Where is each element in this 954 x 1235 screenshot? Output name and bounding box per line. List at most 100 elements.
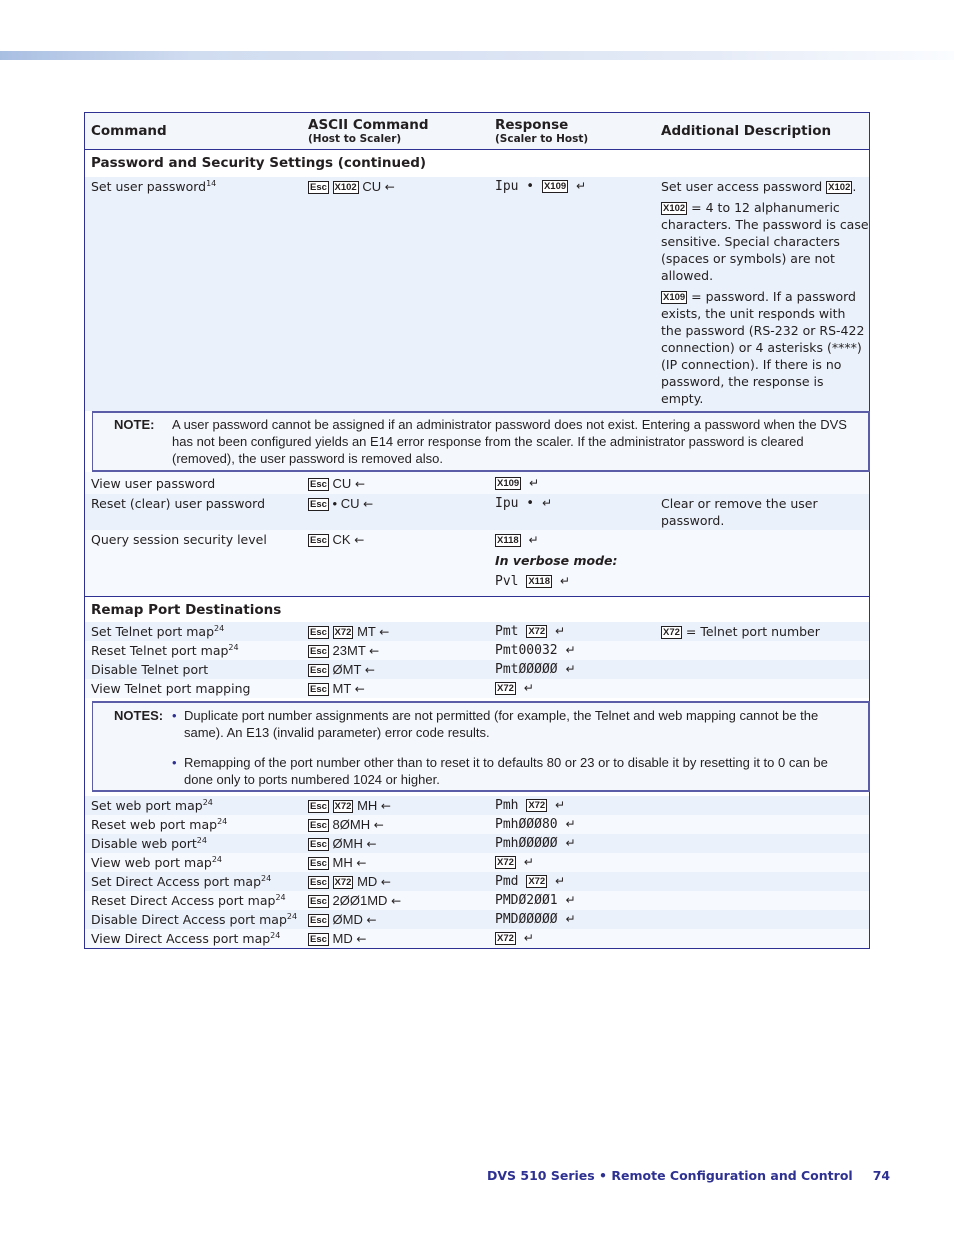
description-cell <box>655 642 869 660</box>
description-cell <box>655 930 869 948</box>
page-footer: DVS 510 Series • Remote Configuration an… <box>487 1168 890 1183</box>
esc-key-icon: Esc <box>308 914 329 927</box>
variable-x102: X102 <box>826 181 853 194</box>
table-row: Reset web port map24 Esc 8ØMH ← PmhØØØ80 ↵ <box>85 815 869 834</box>
variable-x72: X72 <box>495 932 516 945</box>
ascii-cell: Esc X72 MH ← <box>302 797 489 815</box>
variable-x72: X72 <box>332 876 354 889</box>
command-label: Set Direct Access port map <box>91 874 262 889</box>
response-cell: PmhØØØØØ ↵ <box>489 835 655 853</box>
table-row: Disable Telnet port Esc ØMT ← PmtØØØØØ ↵ <box>85 660 869 679</box>
esc-key-icon: Esc <box>308 498 329 511</box>
variable-x72: X72 <box>495 856 516 869</box>
return-arrow-icon: ↵ <box>565 817 576 831</box>
ascii-command: 23MT <box>332 643 366 658</box>
description-cell: Set user access password X102. X102 = 4 … <box>661 179 869 406</box>
esc-key-icon: Esc <box>308 664 329 677</box>
response-text: PmhØØØ80 <box>495 817 558 832</box>
note-text: A user password cannot be assigned if an… <box>172 417 847 466</box>
command-cell: View Telnet port mapping <box>85 680 302 698</box>
ascii-command: MT <box>357 624 376 639</box>
return-arrow-icon: ↵ <box>559 574 570 588</box>
description-cell <box>655 816 869 834</box>
command-cell: Set web port map24 <box>85 797 302 815</box>
note-box: NOTE: A user password cannot be assigned… <box>92 411 870 472</box>
esc-key-icon: Esc <box>308 857 329 870</box>
variable-x72: X72 <box>332 800 354 813</box>
table-row: View user password Esc CU ← X109 ↵ <box>85 472 869 494</box>
ascii-command: ØMD <box>332 912 363 927</box>
ascii-command: ØMH <box>332 836 363 851</box>
ascii-cell: Esc X72 MT ← <box>302 623 489 641</box>
table-row: View Direct Access port map24 Esc MD ← X72… <box>85 929 869 948</box>
response-text: Pmt <box>495 624 519 639</box>
variable-x72: X72 <box>526 875 548 888</box>
footnote: 24 <box>211 855 223 864</box>
response-text: PmhØØØØØ <box>495 836 558 851</box>
variable-x102: X102 <box>332 181 359 194</box>
command-cell: View user password <box>91 476 216 491</box>
ascii-command: 8ØMH <box>332 817 371 832</box>
esc-key-icon: Esc <box>308 838 329 851</box>
command-label: View web port map <box>91 855 212 870</box>
return-arrow-icon: ↵ <box>541 496 553 510</box>
response-cell: X72 ↵ <box>489 854 655 872</box>
header-command: Command <box>91 122 167 139</box>
footnote: 24 <box>217 817 228 826</box>
section-title-remap: Remap Port Destinations <box>85 596 869 622</box>
esc-key-icon: Esc <box>308 181 329 194</box>
command-cell: Set Direct Access port map24 <box>85 873 302 891</box>
command-cell: View Direct Access port map24 <box>85 930 302 948</box>
notes-box: NOTES: Duplicate port number assignments… <box>92 701 870 792</box>
enter-arrow-icon: ← <box>354 477 365 491</box>
command-label: Reset Direct Access port map <box>91 893 276 908</box>
ascii-cell: Esc ØMT ← <box>302 661 489 679</box>
description-cell <box>655 835 869 853</box>
ascii-cell: Esc MH ← <box>302 854 489 872</box>
esc-key-icon: Esc <box>308 876 329 889</box>
description-cell <box>655 475 869 494</box>
enter-arrow-icon: ← <box>379 625 390 639</box>
enter-arrow-icon: ← <box>380 875 391 889</box>
ascii-cell: Esc CK ← <box>308 532 365 547</box>
enter-arrow-icon: ← <box>380 799 391 813</box>
command-label: View Telnet port mapping <box>91 681 251 696</box>
ascii-cell: Esc 8ØMH ← <box>302 816 489 834</box>
return-arrow-icon: ↵ <box>565 836 576 850</box>
esc-key-icon: Esc <box>308 933 329 946</box>
response-cell: Pmd X72 ↵ <box>489 873 655 891</box>
ascii-command: MD <box>332 931 353 946</box>
ascii-command: MH <box>332 855 353 870</box>
response-cell: PmtØØØØØ ↵ <box>489 661 655 679</box>
enter-arrow-icon: ← <box>369 644 380 658</box>
response-text: Pmh <box>495 798 519 813</box>
response-text: PMDØ2ØØ1 <box>495 893 558 908</box>
return-arrow-icon: ↵ <box>529 476 540 490</box>
return-arrow-icon: ↵ <box>555 798 566 812</box>
footnote: 24 <box>270 931 281 940</box>
ascii-cell: Esc ØMD ← <box>302 911 489 929</box>
variable-x118: X118 <box>495 534 521 547</box>
ascii-cell: Esc • CU ← <box>308 496 374 511</box>
variable-x102: X102 <box>661 202 688 215</box>
table-row: Disable web port24 Esc ØMH ← PmhØØØØØ ↵ <box>85 834 869 853</box>
header-ascii: ASCII Command (Host to Scaler) <box>308 116 429 145</box>
return-arrow-icon: ↵ <box>523 855 534 869</box>
command-cell: Reset (clear) user password <box>91 496 266 511</box>
response-cell: X72 ↵ <box>489 680 655 698</box>
return-arrow-icon: ↵ <box>565 912 576 926</box>
footnote: 24 <box>275 893 286 902</box>
table-row: Set web port map24 Esc X72 MH ← Pmh X72 ↵ <box>85 796 869 815</box>
return-arrow-icon: ↵ <box>523 931 534 945</box>
telnet-rows: Set Telnet port map24 Esc X72 MT ← Pmt X72… <box>85 622 869 698</box>
table-row: View web port map24 Esc MH ← X72 ↵ <box>85 853 869 872</box>
command-cell: Reset Direct Access port map24 <box>85 892 302 910</box>
description-cell: Clear or remove the user password. <box>661 496 818 528</box>
command-cell: Query session security level <box>91 532 267 547</box>
esc-key-icon: Esc <box>308 534 329 547</box>
command-cell: Set user password14 <box>91 179 217 194</box>
return-arrow-icon: ↵ <box>523 681 534 695</box>
command-cell: Disable web port24 <box>85 835 302 853</box>
response-cell: PMDØØØØØ ↵ <box>489 911 655 929</box>
footnote: 24 <box>202 798 213 807</box>
